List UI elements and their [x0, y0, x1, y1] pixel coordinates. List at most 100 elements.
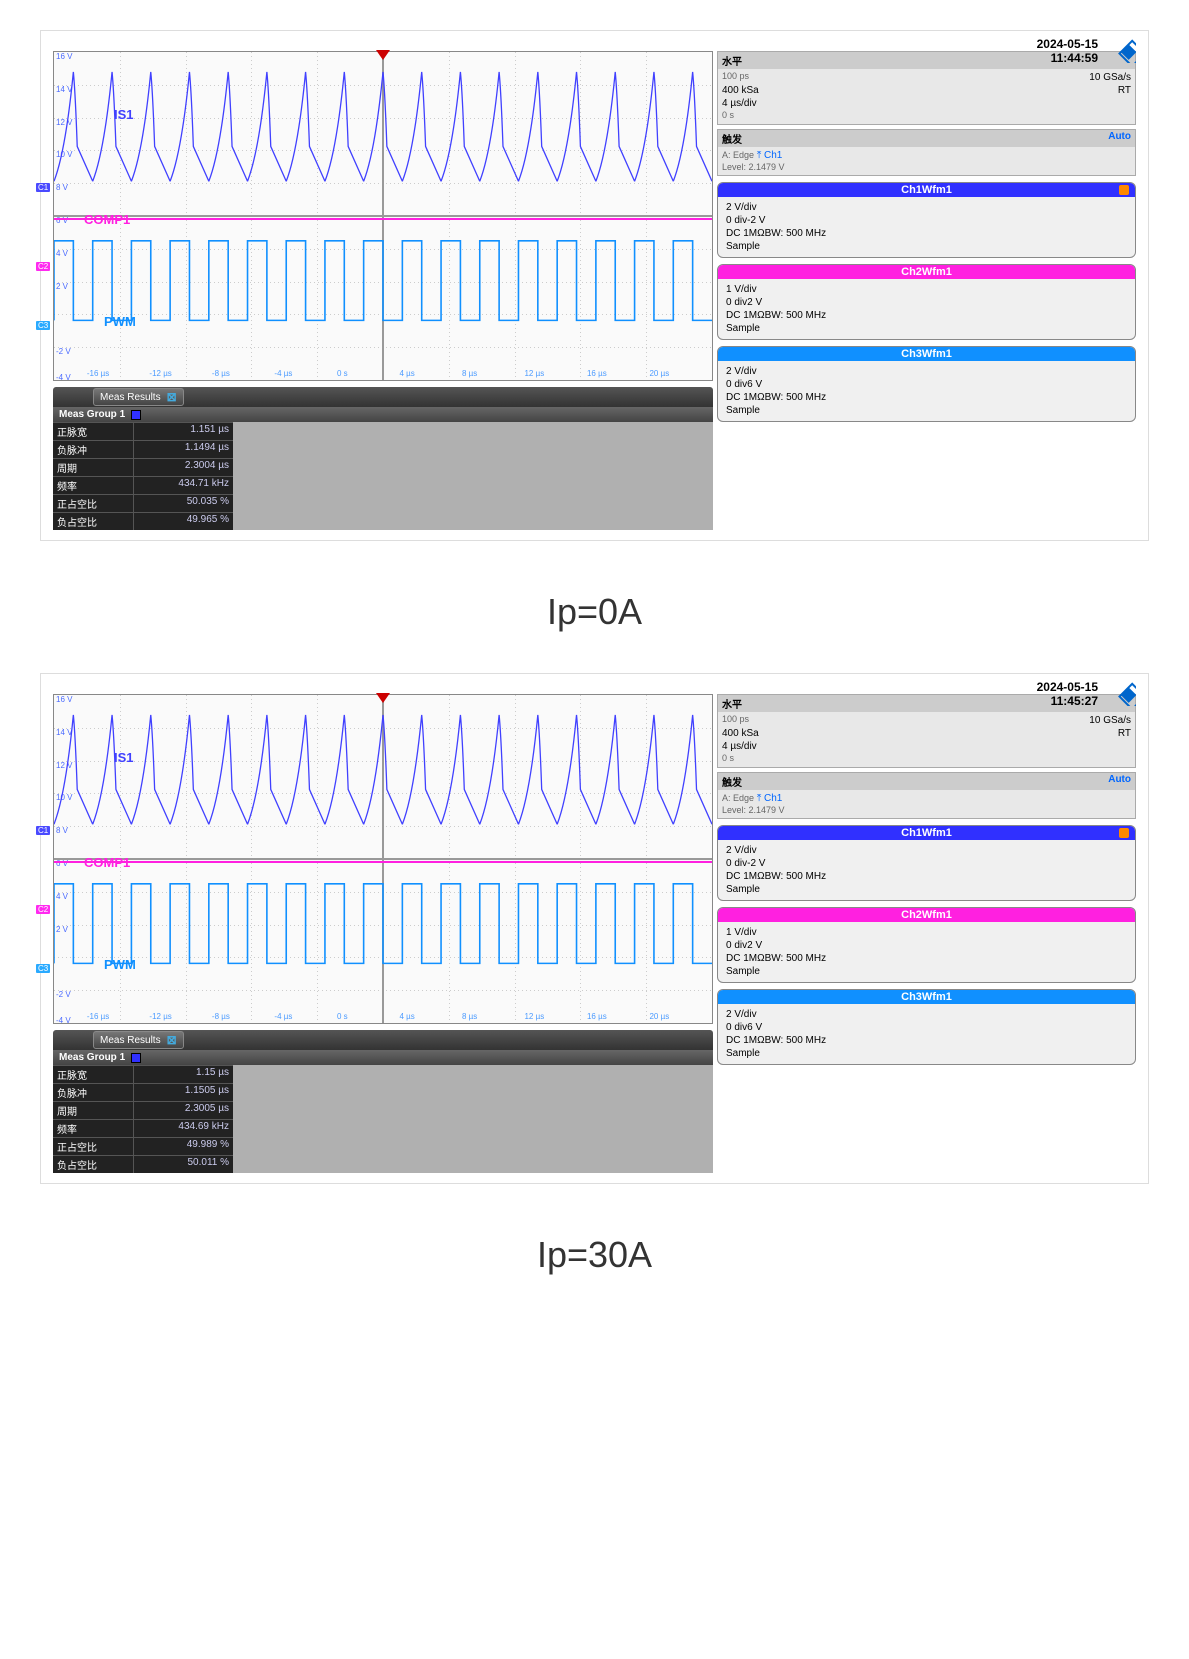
yaxis-label: 14 V — [56, 85, 72, 94]
xaxis-label: -4 µs — [274, 1012, 292, 1021]
close-icon[interactable]: ⊠ — [167, 1033, 177, 1047]
trigger-marker-icon — [376, 693, 390, 706]
rohde-schwarz-logo-icon — [1110, 680, 1136, 709]
yaxis-label: 10 V — [56, 793, 72, 802]
channel-box-3[interactable]: Ch3Wfm12 V/div0 div6 VDC 1MΩBW: 500 MHzS… — [717, 346, 1136, 422]
timestamp: 2024-05-1511:45:27 — [1037, 680, 1098, 709]
xaxis-label: -8 µs — [212, 1012, 230, 1021]
edge-icon: ⤒ — [757, 150, 761, 161]
meas-row: 负占空比49.965 % — [53, 512, 713, 530]
panel-caption: Ip=0A — [40, 571, 1149, 673]
is1-label: IS1 — [114, 107, 134, 122]
yaxis-label: 6 V — [56, 859, 68, 868]
oscilloscope-graticule[interactable]: 16 V 14 V 12 V 10 V 8 V 6 V 4 V 2 V -2 V -4 V -16 … — [53, 694, 713, 1024]
scope-panel: 2024-05-1511:45:27 16 V 14 V 12 V 10 V 8 V 6 V… — [40, 673, 1149, 1184]
ch1-marker-icon: C1 — [36, 183, 50, 192]
meas-row: 正占空比50.035 % — [53, 494, 713, 512]
meas-row: 正脉宽1.151 µs — [53, 422, 713, 440]
meas-row: 频率434.69 kHz — [53, 1119, 713, 1137]
meas-row: 负脉冲1.1505 µs — [53, 1083, 713, 1101]
yaxis-label: 14 V — [56, 728, 72, 737]
yaxis-label: 8 V — [56, 183, 68, 192]
meas-row: 频率434.71 kHz — [53, 476, 713, 494]
xaxis-label: 16 µs — [587, 1012, 607, 1021]
yaxis-label: 10 V — [56, 150, 72, 159]
comp1-label: COMP1 — [84, 855, 130, 870]
xaxis-label: 0 s — [337, 1012, 348, 1021]
meas-group-header: Meas Group 1 — [53, 1050, 713, 1065]
channel-box-1[interactable]: Ch1Wfm12 V/div0 div-2 VDC 1MΩBW: 500 MHz… — [717, 182, 1136, 258]
channel-box-2[interactable]: Ch2Wfm11 V/div0 div2 VDC 1MΩBW: 500 MHzS… — [717, 907, 1136, 983]
yaxis-label: 12 V — [56, 118, 72, 127]
xaxis-label: 4 µs — [399, 369, 414, 378]
pwm-label: PWM — [104, 957, 136, 972]
xaxis-label: 12 µs — [524, 1012, 544, 1021]
close-icon[interactable]: ⊠ — [167, 390, 177, 404]
xaxis-label: 12 µs — [524, 369, 544, 378]
meas-row: 正脉宽1.15 µs — [53, 1065, 713, 1083]
yaxis-label: 8 V — [56, 826, 68, 835]
active-indicator-icon — [1119, 185, 1129, 195]
yaxis-label: -4 V — [56, 373, 71, 382]
pwm-label: PWM — [104, 314, 136, 329]
ch2-marker-icon: C2 — [36, 262, 50, 271]
ch3-marker-icon: C3 — [36, 964, 50, 973]
xaxis-label: 0 s — [337, 369, 348, 378]
yaxis-label: 4 V — [56, 249, 68, 258]
channel-box-3[interactable]: Ch3Wfm12 V/div0 div6 VDC 1MΩBW: 500 MHzS… — [717, 989, 1136, 1065]
xaxis-label: 16 µs — [587, 369, 607, 378]
yaxis-label: -2 V — [56, 990, 71, 999]
trigger-info[interactable]: 触发AutoA: Edge ⤒ Ch1Level: 2.1479 V — [717, 772, 1136, 820]
yaxis-label: 2 V — [56, 282, 68, 291]
channel-box-1[interactable]: Ch1Wfm12 V/div0 div-2 VDC 1MΩBW: 500 MHz… — [717, 825, 1136, 901]
xaxis-label: 4 µs — [399, 1012, 414, 1021]
yaxis-label: 16 V — [56, 52, 72, 61]
xaxis-label: -12 µs — [149, 369, 171, 378]
xaxis-label: 8 µs — [462, 369, 477, 378]
yaxis-label: 6 V — [56, 216, 68, 225]
scope-panel: 2024-05-1511:44:59 16 V 14 V 12 V 10 V 8 V 6 V… — [40, 30, 1149, 541]
meas-row: 周期2.3004 µs — [53, 458, 713, 476]
yaxis-label: -4 V — [56, 1016, 71, 1025]
xaxis-label: 20 µs — [649, 1012, 669, 1021]
meas-row: 正占空比49.989 % — [53, 1137, 713, 1155]
ch-color-icon — [131, 410, 141, 420]
meas-row: 负脉冲1.1494 µs — [53, 440, 713, 458]
ch3-marker-icon: C3 — [36, 321, 50, 330]
xaxis-label: 20 µs — [649, 369, 669, 378]
panel-caption: Ip=30A — [40, 1214, 1149, 1316]
rohde-schwarz-logo-icon — [1110, 37, 1136, 66]
ch-color-icon — [131, 1053, 141, 1063]
trigger-info[interactable]: 触发AutoA: Edge ⤒ Ch1Level: 2.1479 V — [717, 129, 1136, 177]
meas-results-bar: Meas Results⊠ — [53, 1030, 713, 1050]
xaxis-label: -16 µs — [87, 1012, 109, 1021]
timestamp: 2024-05-1511:44:59 — [1037, 37, 1098, 66]
oscilloscope-graticule[interactable]: 16 V 14 V 12 V 10 V 8 V 6 V 4 V 2 V -2 V -4 V -16 … — [53, 51, 713, 381]
xaxis-label: -16 µs — [87, 369, 109, 378]
yaxis-label: 12 V — [56, 761, 72, 770]
active-indicator-icon — [1119, 828, 1129, 838]
xaxis-label: -4 µs — [274, 369, 292, 378]
meas-results-tab[interactable]: Meas Results⊠ — [93, 388, 184, 406]
channel-box-2[interactable]: Ch2Wfm11 V/div0 div2 VDC 1MΩBW: 500 MHzS… — [717, 264, 1136, 340]
ch1-marker-icon: C1 — [36, 826, 50, 835]
meas-table: Meas Group 1正脉宽1.15 µs负脉冲1.1505 µs周期2.30… — [53, 1050, 713, 1173]
is1-label: IS1 — [114, 750, 134, 765]
meas-row: 负占空比50.011 % — [53, 1155, 713, 1173]
comp1-label: COMP1 — [84, 212, 130, 227]
yaxis-label: 4 V — [56, 892, 68, 901]
meas-results-tab[interactable]: Meas Results⊠ — [93, 1031, 184, 1049]
yaxis-label: 2 V — [56, 925, 68, 934]
trigger-marker-icon — [376, 50, 390, 63]
xaxis-label: -12 µs — [149, 1012, 171, 1021]
xaxis-label: 8 µs — [462, 1012, 477, 1021]
xaxis-label: -8 µs — [212, 369, 230, 378]
meas-row: 周期2.3005 µs — [53, 1101, 713, 1119]
edge-icon: ⤒ — [757, 793, 761, 804]
ch2-marker-icon: C2 — [36, 905, 50, 914]
meas-table: Meas Group 1正脉宽1.151 µs负脉冲1.1494 µs周期2.3… — [53, 407, 713, 530]
yaxis-label: 16 V — [56, 695, 72, 704]
meas-results-bar: Meas Results⊠ — [53, 387, 713, 407]
yaxis-label: -2 V — [56, 347, 71, 356]
meas-group-header: Meas Group 1 — [53, 407, 713, 422]
